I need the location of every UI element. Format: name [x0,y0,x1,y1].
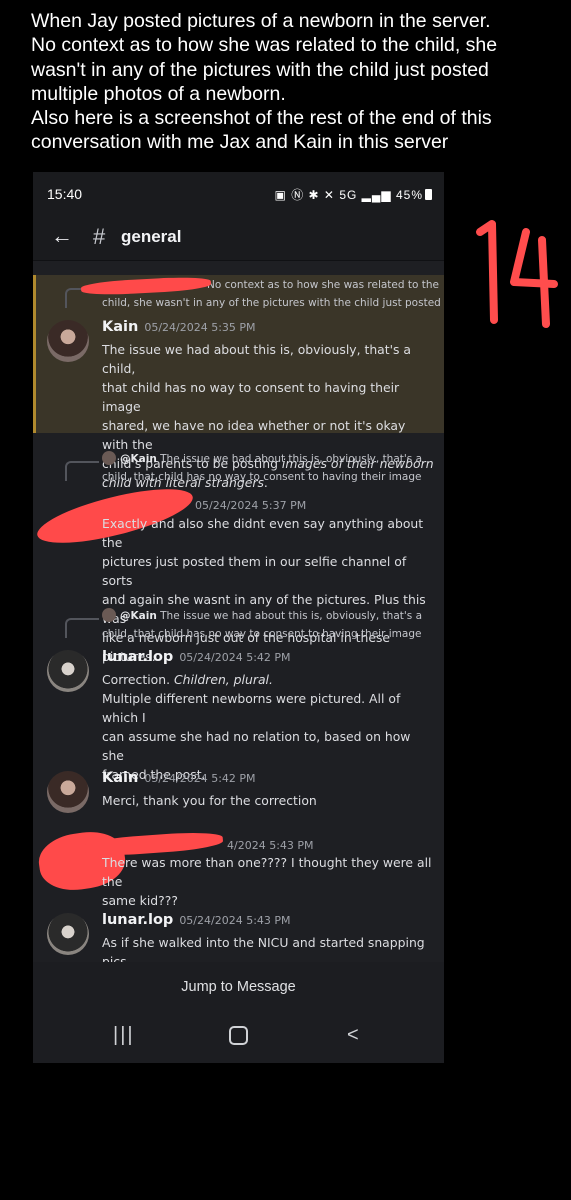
message[interactable]: @Kain The issue we had about this is, ob… [33,451,444,664]
message[interactable]: 4/2024 5:43 PM There was more than one??… [33,827,444,908]
message-timestamp: 4/2024 5:43 PM [227,839,314,852]
message-line: shared, we have no idea whether or not i… [102,418,406,452]
message-line: Merci, thank you for the correction [102,793,317,808]
message[interactable]: lunar.lop 05/24/2024 5:43 PM As if she wa… [33,909,444,969]
author-name: lunar.lop [102,912,174,928]
reply-preview-line: child, that child has no way to consent … [102,470,422,483]
phone-screenshot: 15:40 ▣ Ⓝ ✱ ✕ 5G ▂▄▆ 45% ← # general No … [33,172,444,1063]
home-icon[interactable] [229,1026,248,1045]
status-glyphs-icon: ▣ Ⓝ ✱ ✕ [274,188,340,202]
status-bar: 15:40 ▣ Ⓝ ✱ ✕ 5G ▂▄▆ 45% [33,172,444,214]
avatar[interactable] [47,771,89,813]
mini-avatar [102,608,116,622]
message-line: that child has no way to consent to havi… [102,380,400,414]
message-author[interactable]: lunar.lop 05/24/2024 5:42 PM [102,649,291,665]
reply-preview-line: @Kain The issue we had about this is, ob… [102,608,432,626]
battery-icon [425,189,432,200]
avatar[interactable] [47,320,89,362]
italic-text: Children, plural. [173,672,273,687]
message-highlighted[interactable]: No context as to how she was related to … [33,275,444,490]
author-name: Kain [102,770,139,786]
caption-line: Also here is a screenshot of the rest of… [31,107,492,130]
hashtag-icon: # [93,224,106,249]
caption-line: No context as to how she was related to … [31,34,498,57]
recent-apps-icon[interactable]: ||| [113,1024,135,1047]
author-name: Kain [102,319,139,335]
message-author[interactable]: lunar.lop 05/24/2024 5:43 PM [102,912,291,928]
jump-to-message-button[interactable]: Jump to Message [33,962,444,1012]
back-arrow-icon[interactable]: ← [51,223,73,249]
reply-preview[interactable]: @Kain The issue we had about this is, ob… [102,608,432,643]
reply-text: The issue we had about this is, obviousl… [160,453,423,465]
reply-preview-line: @Kain The issue we had about this is, ob… [102,451,432,469]
message-author[interactable]: Kain 05/24/2024 5:42 PM [102,770,256,786]
message-line: The issue we had about this is, obviousl… [102,342,412,376]
message-body: There was more than one???? I thought th… [102,853,434,910]
caption-line: When Jay posted pictures of a newborn in… [31,10,491,32]
handwritten-number-14: 14 [470,210,558,328]
message-timestamp: 05/24/2024 5:37 PM [195,499,307,512]
network-label: 5G [339,188,358,202]
message-line: Correction. Children, plural. [102,670,434,689]
caption-line: wasn't in any of the pictures with the c… [31,58,489,81]
reply-connector [65,618,99,638]
message-line: pictures just posted them in our selfie … [102,554,407,588]
message-line: Exactly and also she didnt even say anyt… [102,516,424,550]
message-timestamp: 05/24/2024 5:35 PM [144,321,256,334]
channel-header: ← # general [33,214,444,261]
reply-text: The issue we had about this is, obviousl… [160,610,423,622]
reply-preview-line: child, she wasn't in any of the pictures… [102,296,441,309]
message-text: Correction. [102,672,174,687]
message-line: There was more than one???? I thought th… [102,855,432,889]
message-author[interactable]: Kain 05/24/2024 5:35 PM [102,319,256,335]
author-name: lunar.lop [102,649,174,665]
message-body: Merci, thank you for the correction [102,791,434,810]
reply-mention: @Kain [120,610,157,622]
signal-icon: ▂▄▆ [357,188,396,202]
message-line: Multiple different newborns were picture… [102,691,401,725]
message-timestamp: 05/24/2024 5:42 PM [144,772,256,785]
status-time: 15:40 [47,186,83,202]
message[interactable]: @Kain The issue we had about this is, ob… [33,608,444,782]
message-timestamp: 05/24/2024 5:42 PM [179,651,291,664]
android-nav-bar: ||| < [33,1012,444,1063]
status-icons: ▣ Ⓝ ✱ ✕ 5G ▂▄▆ 45% [275,186,432,203]
reply-preview[interactable]: @Kain The issue we had about this is, ob… [102,451,432,486]
battery-label: 45% [395,188,423,202]
avatar[interactable] [47,650,89,692]
back-nav-icon[interactable]: < [347,1024,359,1047]
mini-avatar [102,451,116,465]
caption-line: conversation with me Jax and Kain in thi… [31,131,449,154]
reply-connector [65,461,99,481]
caption-line: multiple photos of a newborn. [31,82,286,105]
channel-name: general [121,227,182,246]
message[interactable]: Kain 05/24/2024 5:42 PM Merci, thank you … [33,767,444,817]
reply-preview-line: child, that child has no way to consent … [102,627,422,640]
avatar[interactable] [47,913,89,955]
reply-mention: @Kain [120,453,157,465]
message-line: can assume she had no relation to, based… [102,729,411,763]
message-timestamp: 05/24/2024 5:43 PM [179,914,291,927]
message-line: same kid??? [102,893,178,908]
annotation-number-text: 14 [470,210,472,211]
caption: When Jay posted pictures of a newborn in… [31,9,561,155]
